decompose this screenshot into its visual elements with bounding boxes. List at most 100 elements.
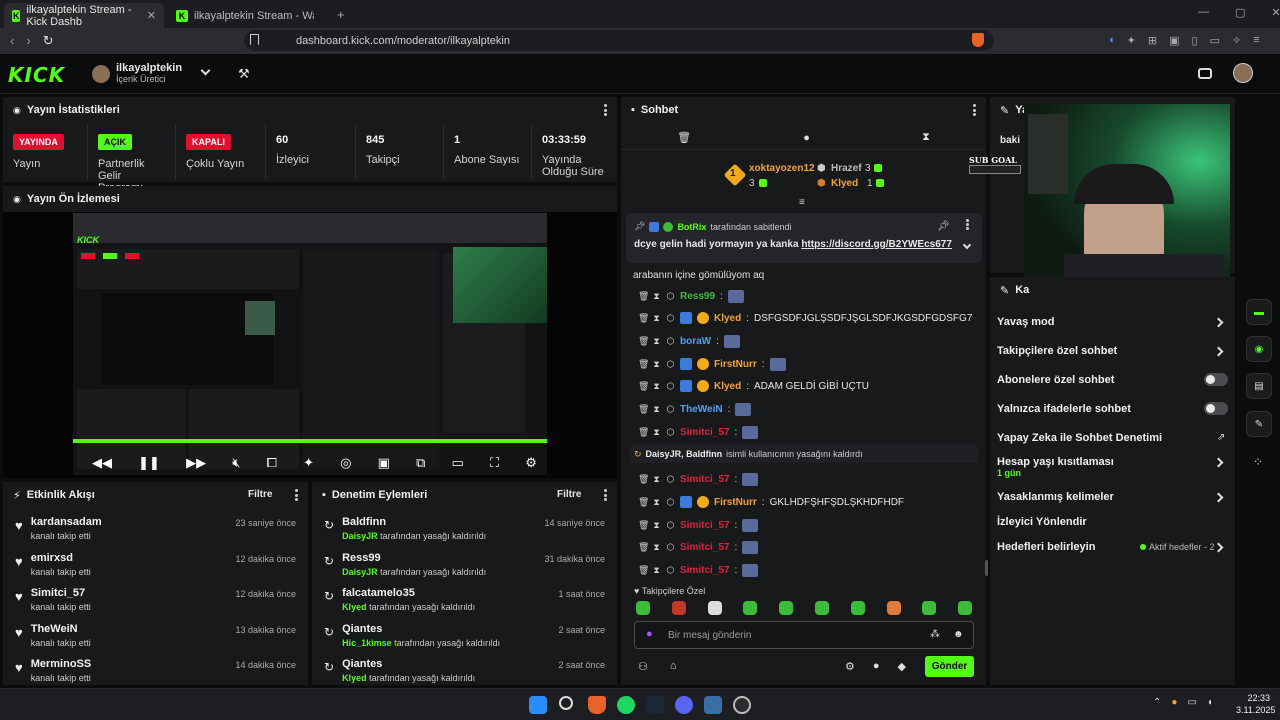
emoji-icon[interactable]: ☻ <box>953 629 964 640</box>
clip-icon[interactable]: ▣ <box>378 455 390 471</box>
chat-message[interactable]: 🗑︎ ⧗ ⬡ FirstNurr: <box>638 355 786 373</box>
shield-icon[interactable]: ⬡ <box>666 565 675 575</box>
shield-icon[interactable]: ⬡ <box>666 427 675 437</box>
hourglass-icon[interactable]: ⧗ <box>652 474 661 484</box>
pinned-link[interactable]: https://discord.gg/B2YWEcs677 <box>801 239 952 250</box>
trash-icon[interactable]: 🗑︎ <box>638 542 649 552</box>
wallet-icon[interactable]: ▭ <box>1210 34 1220 47</box>
store-icon[interactable]: ⌂ <box>670 660 677 673</box>
bubble-icon[interactable]: ● <box>803 132 810 144</box>
back-icon[interactable]: ‹ <box>10 33 14 49</box>
apps-icon[interactable]: ⁘ <box>1253 455 1263 469</box>
more-icon[interactable] <box>973 104 976 116</box>
shield-icon[interactable]: ⬡ <box>666 474 675 484</box>
maximize-icon[interactable]: ▢ <box>1235 6 1245 19</box>
trash-icon[interactable]: 🗑︎ <box>638 381 649 391</box>
camera-icon[interactable] <box>1198 68 1212 79</box>
obs-icon[interactable] <box>733 696 751 714</box>
bookmark-icon[interactable] <box>250 34 259 45</box>
more-icon[interactable] <box>295 489 298 501</box>
trash-icon[interactable]: 🗑︎ <box>677 131 691 144</box>
chat-message[interactable]: 🗑︎ ⧗ ⬡ FirstNurr: GKLHDFŞHFŞDLŞKHDFHDF <box>638 493 904 511</box>
more-icon[interactable] <box>604 104 607 116</box>
close-window-icon[interactable]: ✕ <box>1271 6 1280 19</box>
mute-icon[interactable]: 🔇︎ <box>232 455 240 471</box>
chat-message[interactable]: 🗑︎ ⧗ ⬡ Klyed: DSFGSDFJGLŞSDFJŞGLSDFJKGSDFGDS… <box>638 309 972 327</box>
tools-sidebar-button[interactable]: ✎ <box>1246 411 1272 437</box>
volume-icon[interactable]: ◖ <box>1207 697 1213 708</box>
app-icon[interactable] <box>704 696 722 714</box>
screenshot-icon[interactable]: ▣ <box>1169 34 1179 47</box>
mic-icon[interactable]: ● <box>646 628 653 640</box>
close-icon[interactable]: ✕ <box>147 9 156 22</box>
trash-icon[interactable]: 🗑︎ <box>638 359 649 369</box>
hourglass-icon[interactable]: ⧗ <box>922 131 930 144</box>
bubble-icon[interactable]: ● <box>873 660 880 673</box>
chat-message[interactable]: 🗑︎ ⧗ ⬡ Ress99: <box>638 287 744 305</box>
menu-icon[interactable]: ≡ <box>1253 34 1259 47</box>
hourglass-icon[interactable]: ⧗ <box>652 404 661 414</box>
chat-message[interactable]: 🗑︎ ⧗ ⬡ Klyed: ADAM GELDİ GİBİ UÇTU <box>638 377 869 395</box>
chat-username[interactable]: Klyed <box>714 381 741 392</box>
chat-message[interactable]: 🗑︎ ⧗ ⬡ Simitci_57: <box>638 423 759 441</box>
forward-icon[interactable]: ▶▶ <box>186 455 206 471</box>
list-item[interactable]: ♥ MerminoSS kanalı takip etti 14 dakika önc… <box>3 658 308 685</box>
hourglass-icon[interactable]: ⧗ <box>652 542 661 552</box>
brave-icon[interactable] <box>588 696 606 714</box>
toggle-switch[interactable] <box>1204 373 1228 386</box>
chat-message[interactable]: 🗑︎ ⧗ ⬡ Simitci_57: <box>638 470 759 488</box>
mic-icon[interactable]: ● <box>1171 697 1177 708</box>
settings-icon[interactable]: ⚙ <box>525 455 537 471</box>
search-icon[interactable] <box>559 696 573 710</box>
emote-icon[interactable] <box>850 601 865 615</box>
hourglass-icon[interactable]: ⧗ <box>652 565 661 575</box>
sparkle-icon[interactable]: ✦ <box>303 455 314 471</box>
tab-watch-live[interactable]: K ilkayalptekin Stream - Watch Live <box>168 3 328 28</box>
hourglass-icon[interactable]: ⧗ <box>652 336 661 346</box>
gear-icon[interactable]: ⚙ <box>845 660 855 673</box>
trash-icon[interactable]: 🗑︎ <box>638 336 649 346</box>
tab-dashboard[interactable]: K ilkayalptekin Stream - Kick Dashb ✕ <box>4 3 164 28</box>
audio-icon[interactable]: ◖ <box>1108 34 1115 47</box>
pip-icon[interactable]: ⧉ <box>416 455 425 471</box>
hourglass-icon[interactable]: ⧗ <box>652 291 661 301</box>
trash-icon[interactable]: 🗑︎ <box>638 474 649 484</box>
chat-sidebar-button[interactable]: ▬ <box>1246 299 1272 325</box>
trash-icon[interactable]: 🗑︎ <box>638 404 649 414</box>
toggle-switch[interactable] <box>1204 402 1228 415</box>
unpin-icon[interactable]: 📌︎ <box>937 221 950 232</box>
url-field[interactable]: dashboard.kick.com/moderator/ilkayalptek… <box>244 30 994 51</box>
chat-username[interactable]: Simitci_57 <box>680 565 729 576</box>
chat-username[interactable]: Klyed <box>714 313 741 324</box>
shield-icon[interactable]: ⬡ <box>666 404 675 414</box>
minimize-icon[interactable]: — <box>1198 6 1209 19</box>
chevron-up-icon[interactable]: ⌃ <box>1153 697 1161 708</box>
emote-icon[interactable] <box>958 601 973 615</box>
chat-username[interactable]: FirstNurr <box>714 359 757 370</box>
list-item[interactable]: ♥ Simitci_57 kanalı takip etti 12 dakika ön… <box>3 587 308 623</box>
brave-shield-icon[interactable] <box>972 33 984 47</box>
list-item[interactable]: ♥ emirxsd kanalı takip etti 12 dakika önce <box>3 552 308 588</box>
kick-logo[interactable]: KICK <box>8 63 65 87</box>
chat-message[interactable]: 🗑︎ ⧗ ⬡ Simitci_57: <box>638 538 759 556</box>
leo-icon[interactable]: ✧ <box>1232 34 1241 47</box>
broadcast-sidebar-button[interactable]: ◉ <box>1246 336 1272 362</box>
list-item[interactable]: ↻ Qiantes Hic_1kimse tarafından yasağı kal… <box>312 623 617 659</box>
emote-icon[interactable] <box>636 601 650 615</box>
chat-username[interactable]: Simitci_57 <box>680 542 729 553</box>
list-item[interactable]: ↻ Qiantes Klyed tarafından yasağı kaldırıl… <box>312 658 617 685</box>
hammer-icon[interactable]: ⚒ <box>238 66 250 82</box>
users-icon[interactable]: ⚇ <box>638 660 648 673</box>
shield-icon[interactable]: ⬡ <box>666 336 675 346</box>
clock[interactable]: 22:33 3.11.2025 <box>1236 692 1275 716</box>
trash-icon[interactable]: 🗑︎ <box>638 520 649 530</box>
pause-icon[interactable]: ❚❚ <box>138 455 160 471</box>
profile-avatar[interactable] <box>1233 63 1253 83</box>
chat-message[interactable]: 🗑︎ ⧗ ⬡ boraW: <box>638 332 740 350</box>
shield-icon[interactable]: ⬡ <box>666 291 675 301</box>
emote-icon[interactable] <box>922 601 937 615</box>
list-item[interactable]: ↻ Baldfinn DaisyJR tarafından yasağı kaldı… <box>312 516 617 552</box>
hourglass-icon[interactable]: ⧗ <box>652 359 661 369</box>
filter-button[interactable]: Filtre <box>557 489 581 500</box>
hourglass-icon[interactable]: ⧗ <box>652 520 661 530</box>
